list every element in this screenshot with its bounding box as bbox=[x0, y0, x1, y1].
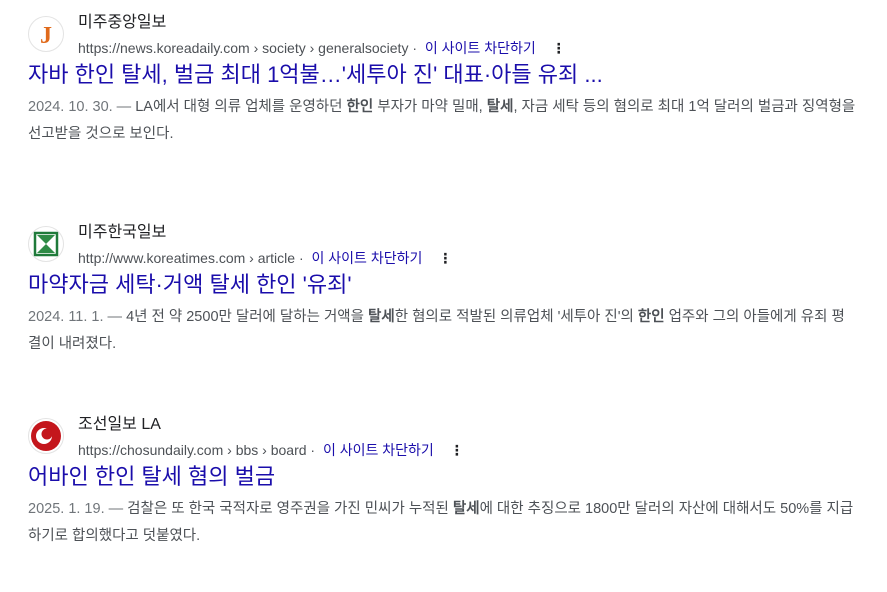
snippet-highlight: 탈세 bbox=[452, 501, 480, 517]
more-options-icon[interactable]: ⋮ bbox=[552, 38, 566, 58]
koreadaily-j-icon[interactable]: J bbox=[28, 16, 64, 52]
result-date: 2024. 10. 30. — bbox=[28, 99, 136, 115]
url-path[interactable]: › society › generalsociety bbox=[250, 40, 409, 56]
search-result: 미주한국일보 http://www.koreatimes.com › artic… bbox=[28, 222, 858, 358]
result-date: 2024. 11. 1. — bbox=[28, 309, 127, 325]
url-path[interactable]: › bbs › board bbox=[223, 442, 306, 458]
site-name[interactable]: 미주한국일보 bbox=[78, 222, 166, 244]
svg-text:J: J bbox=[40, 23, 52, 49]
dot-separator: · bbox=[310, 442, 316, 458]
snippet-text: 한 혐의로 적발된 의류업체 '세투아 진'의 bbox=[394, 309, 638, 325]
result-snippet: 2025. 1. 19. — 검찰은 또 한국 국적자로 영주권을 가진 민씨가… bbox=[28, 496, 858, 550]
search-result: J 미주중앙일보 https://news.koreadaily.com › s… bbox=[28, 12, 858, 148]
breadcrumb[interactable]: https://news.koreadaily.com › society › … bbox=[78, 38, 566, 58]
chosun-red-swirl-icon[interactable] bbox=[28, 418, 64, 454]
site-url[interactable]: https://chosundaily.com bbox=[78, 442, 223, 458]
snippet-text: 검찰은 또 한국 국적자로 영주권을 가진 민씨가 누적된 bbox=[127, 501, 453, 517]
block-site-link[interactable]: 이 사이트 차단하기 bbox=[425, 40, 536, 56]
result-title-link[interactable]: 마약자금 세탁·거액 탈세 한인 '유죄' bbox=[28, 270, 858, 300]
snippet-text: 4년 전 약 2500만 달러에 달하는 거액을 bbox=[126, 309, 369, 325]
site-url[interactable]: https://news.koreadaily.com bbox=[78, 40, 250, 56]
snippet-highlight: 탈세 bbox=[368, 309, 395, 325]
result-snippet: 2024. 11. 1. — 4년 전 약 2500만 달러에 달하는 거액을 … bbox=[28, 304, 858, 358]
result-header: 조선일보 LA https://chosundaily.com › bbs › … bbox=[28, 414, 858, 462]
snippet-text: 부자가 마약 밀매, bbox=[373, 99, 487, 115]
dot-separator: · bbox=[412, 40, 418, 56]
snippet-highlight: 탈세 bbox=[486, 99, 514, 115]
breadcrumb[interactable]: https://chosundaily.com › bbs › board · … bbox=[78, 440, 464, 460]
snippet-highlight: 한인 bbox=[346, 99, 374, 115]
dot-separator: · bbox=[298, 250, 304, 266]
snippet-highlight: 한인 bbox=[637, 309, 665, 325]
site-name[interactable]: 조선일보 LA bbox=[78, 414, 161, 436]
result-snippet: 2024. 10. 30. — LA에서 대형 의류 업체를 운영하던 한인 부… bbox=[28, 94, 858, 148]
koreatimes-hourglass-icon[interactable] bbox=[28, 226, 64, 262]
url-path[interactable]: › article bbox=[245, 250, 295, 266]
result-date: 2025. 1. 19. — bbox=[28, 501, 128, 517]
site-url[interactable]: http://www.koreatimes.com bbox=[78, 250, 245, 266]
breadcrumb[interactable]: http://www.koreatimes.com › article · 이 … bbox=[78, 248, 452, 268]
snippet-text: LA에서 대형 의류 업체를 운영하던 bbox=[135, 99, 347, 115]
result-header: J 미주중앙일보 https://news.koreadaily.com › s… bbox=[28, 12, 858, 60]
block-site-link[interactable]: 이 사이트 차단하기 bbox=[323, 442, 434, 458]
result-header: 미주한국일보 http://www.koreatimes.com › artic… bbox=[28, 222, 858, 270]
site-name[interactable]: 미주중앙일보 bbox=[78, 12, 166, 34]
more-options-icon[interactable]: ⋮ bbox=[438, 248, 452, 268]
result-title-link[interactable]: 어바인 한인 탈세 혐의 벌금 bbox=[28, 462, 858, 492]
search-result: 조선일보 LA https://chosundaily.com › bbs › … bbox=[28, 414, 858, 550]
result-title-link[interactable]: 자바 한인 탈세, 벌금 최대 1억불…'세투아 진' 대표·아들 유죄 ... bbox=[28, 60, 858, 90]
more-options-icon[interactable]: ⋮ bbox=[450, 440, 464, 460]
block-site-link[interactable]: 이 사이트 차단하기 bbox=[312, 250, 423, 266]
